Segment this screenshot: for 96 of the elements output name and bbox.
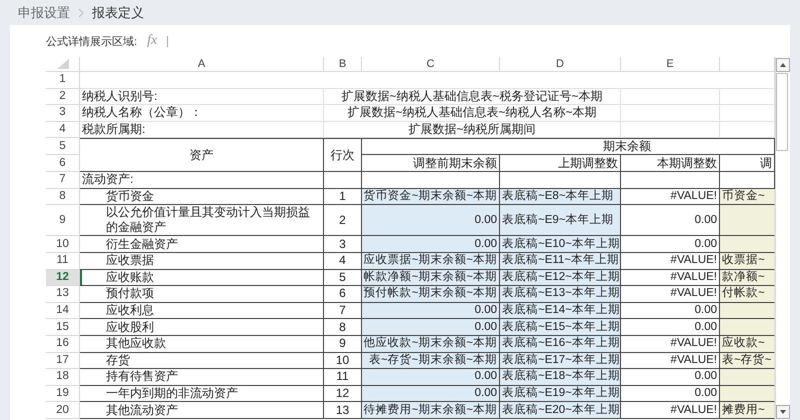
table-cell[interactable]: 款净额~	[720, 270, 775, 286]
table-cell[interactable]: 表底稿~E9~本年上期	[500, 205, 621, 236]
table-cell[interactable]: 表底稿~E16~本年上期	[500, 336, 621, 353]
row-number[interactable]: 12	[46, 270, 80, 286]
table-cell[interactable]: 纳税人识别号:	[80, 88, 324, 106]
table-cell[interactable]: 纳税人名称（公章）：	[80, 105, 324, 122]
table-cell[interactable]: 调	[720, 155, 775, 172]
table-cell[interactable]: 0.00	[362, 386, 500, 402]
row-number[interactable]: 19	[46, 386, 80, 402]
row-number[interactable]: 7	[46, 172, 80, 189]
table-cell[interactable]: 表底稿~E8~本年上期	[500, 188, 621, 206]
table-cell[interactable]: 0.00	[362, 369, 500, 386]
table-cell[interactable]: 预付款项	[80, 286, 324, 303]
table-cell[interactable]: 表底稿~E15~本年上期	[500, 319, 621, 336]
text-cursor	[167, 36, 168, 46]
table-cell[interactable]: 币资金~	[720, 188, 775, 206]
row-number[interactable]: 4	[46, 122, 80, 138]
table-cell[interactable]: 表底稿~E18~本年上期	[500, 369, 621, 386]
formula-icon: fx	[147, 33, 158, 49]
table-cell[interactable]: 本期调整数	[621, 155, 720, 172]
table-cell[interactable]: 付帐款~	[720, 286, 775, 303]
table-cell[interactable]: 应收票据~期末余额~本期	[362, 252, 500, 270]
table-cell[interactable]: 应收股利	[80, 319, 324, 336]
table-cell[interactable]: 0.00	[362, 319, 500, 336]
row-number[interactable]: 1	[46, 72, 80, 89]
scroll-up-icon[interactable]	[776, 58, 790, 72]
row-number[interactable]: 18	[46, 369, 80, 386]
table-cell[interactable]: 摊费用~	[720, 402, 775, 419]
table-cell[interactable]: 0.00	[362, 236, 500, 253]
row-number[interactable]: 14	[46, 302, 80, 320]
table-cell[interactable]: 期末余额	[362, 138, 775, 156]
table-cell[interactable]: 表底稿~E19~本年上期	[500, 386, 621, 402]
row-number[interactable]: 20	[46, 402, 80, 419]
table-cell[interactable]: 应收账款	[80, 270, 324, 286]
table-cell[interactable]: 预付帐款~期末余额~本期	[362, 286, 500, 303]
table-cell[interactable]: 扩展数据~纳税人基础信息表~纳税人名称~本期	[324, 105, 621, 122]
scroll-thumb[interactable]	[776, 73, 788, 151]
table-cell[interactable]: 扩展数据~纳税人基础信息表~税务登记证号~本期	[324, 88, 621, 106]
table-cell[interactable]: 表底稿~E20~本年上期	[500, 402, 621, 419]
table-cell[interactable]: 0.00	[362, 205, 500, 236]
table-cell[interactable]: 其他应收款	[80, 336, 324, 353]
row-number[interactable]: 15	[46, 319, 80, 336]
table-cell[interactable]: 资产	[80, 138, 324, 172]
table-cell[interactable]: 表底稿~E14~本年上期	[500, 302, 621, 320]
formula-label: 公式详情展示区域:	[46, 34, 138, 48]
table-cell[interactable]: 表底稿~E13~本年上期	[500, 286, 621, 303]
table-cell[interactable]: 货币资金	[80, 188, 324, 206]
scroll-down-icon[interactable]	[776, 405, 790, 419]
table-cell[interactable]: 以公允价值计量且其变动计入当期损益的金融资产	[80, 205, 324, 236]
table-cell[interactable]: 扩展数据~纳税所属期间	[324, 122, 621, 138]
table-cell[interactable]: 帐款净额~期末余额~本期	[362, 270, 500, 286]
table-cell[interactable]: 其他流动资产	[80, 402, 324, 419]
table-cell[interactable]: 收票据~	[720, 252, 775, 270]
table-cell[interactable]: 持有待售资产	[80, 369, 324, 386]
table-cell[interactable]: 应收利息	[80, 302, 324, 320]
row-number[interactable]: 9	[46, 205, 80, 236]
breadcrumb-link[interactable]: 申报设置	[18, 4, 70, 22]
row-number[interactable]: 8	[46, 188, 80, 206]
table-cell[interactable]: 表~存货~期末余额~本期	[362, 352, 500, 370]
row-number[interactable]: 5	[46, 138, 80, 156]
table-cell[interactable]: 表底稿~E10~本年上期	[500, 236, 621, 253]
table-cell[interactable]: 0.00	[362, 302, 500, 320]
table-cell[interactable]: 货币资金~期末余额~本期	[362, 188, 500, 206]
column-header[interactable]: C	[362, 57, 500, 72]
column-header[interactable]: A	[80, 57, 324, 72]
table-cell[interactable]: 调整前期末余额	[362, 155, 500, 172]
row-number[interactable]: 6	[46, 155, 80, 172]
table-cell[interactable]	[621, 172, 720, 189]
column-header[interactable]: E	[621, 57, 720, 72]
vertical-scrollbar[interactable]	[775, 57, 790, 419]
table-cell[interactable]	[324, 172, 362, 189]
table-cell[interactable]: 存货	[80, 352, 324, 370]
chevron-right-icon	[78, 8, 84, 18]
row-number[interactable]: 13	[46, 286, 80, 303]
column-header[interactable]: D	[500, 57, 621, 72]
table-cell[interactable]: 流动资产:	[80, 172, 324, 189]
row-number[interactable]: 3	[46, 105, 80, 122]
row-number[interactable]: 17	[46, 352, 80, 370]
table-cell[interactable]: 衍生金融资产	[80, 236, 324, 253]
table-cell[interactable]: 应收款~	[720, 336, 775, 353]
table-cell[interactable]: 上期调整数	[500, 155, 621, 172]
row-number[interactable]: 16	[46, 336, 80, 353]
column-header[interactable]: B	[324, 57, 362, 72]
table-cell[interactable]: 一年内到期的非流动资产	[80, 386, 324, 402]
table-cell[interactable]: 表~存货~	[720, 352, 775, 370]
table-cell[interactable]: 表底稿~E11~本年上期	[500, 252, 621, 270]
row-number[interactable]: 2	[46, 88, 80, 106]
table-cell[interactable]: 他应收款~期末余额~本期	[362, 336, 500, 353]
row-number[interactable]: 10	[46, 236, 80, 253]
table-cell[interactable]: 应收票据	[80, 252, 324, 270]
table-cell[interactable]: 表底稿~E12~本年上期	[500, 270, 621, 286]
breadcrumb-current: 报表定义	[92, 4, 144, 22]
table-cell[interactable]: 表底稿~E17~本年上期	[500, 352, 621, 370]
table-cell[interactable]: 行次	[324, 138, 362, 172]
table-cell[interactable]: 税款所属期:	[80, 122, 324, 138]
table-cell[interactable]: 待摊费用~期末余额~本期	[362, 402, 500, 419]
